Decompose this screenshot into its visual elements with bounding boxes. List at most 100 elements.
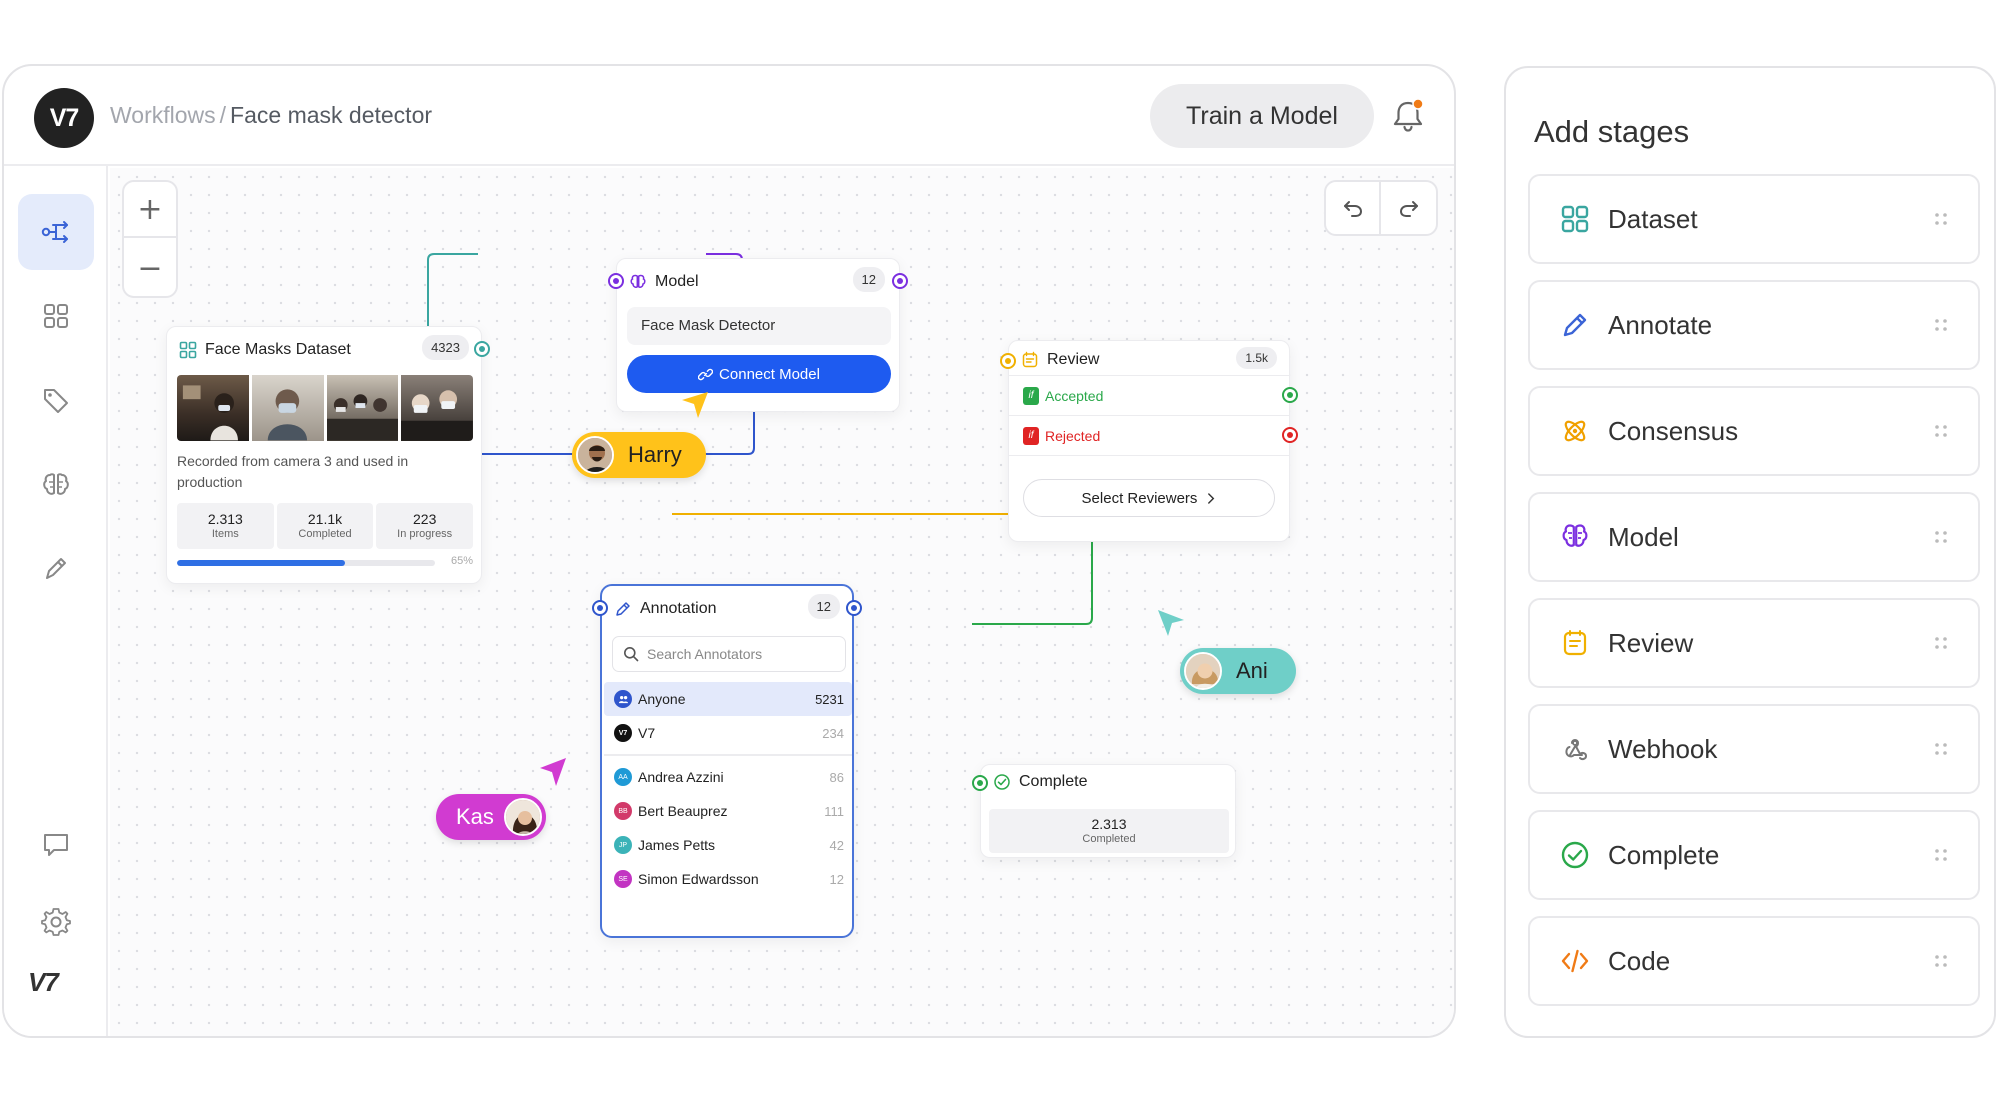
thumbnail-image[interactable] bbox=[251, 375, 324, 441]
collaborator-name: Kas bbox=[456, 804, 494, 829]
avatar: SE bbox=[614, 870, 632, 888]
stat-value: 223 bbox=[413, 511, 437, 527]
thumbnail-image[interactable] bbox=[401, 375, 473, 441]
model-input-port[interactable] bbox=[608, 273, 624, 289]
dataset-count-badge: 4323 bbox=[422, 335, 469, 360]
dataset-node-title: Face Masks Dataset bbox=[205, 341, 351, 358]
sidebar-item-comments[interactable] bbox=[18, 806, 94, 882]
drag-handle-icon[interactable] bbox=[1934, 954, 1948, 968]
workflow-icon bbox=[41, 221, 68, 243]
model-node[interactable]: Model 12 Face Mask Detector Connect Mode… bbox=[608, 258, 908, 412]
dataset-progress-bar bbox=[177, 560, 435, 566]
rejected-output-port[interactable] bbox=[1282, 427, 1298, 443]
annotation-output-port[interactable] bbox=[846, 600, 862, 616]
check-circle-icon bbox=[1561, 841, 1589, 869]
stage-complete[interactable]: Complete bbox=[1528, 810, 1980, 900]
model-output-port[interactable] bbox=[892, 273, 908, 289]
stat-value: 2.313 bbox=[207, 511, 243, 527]
stage-annotate[interactable]: Annotate bbox=[1528, 280, 1980, 370]
stage-webhook[interactable]: Webhook bbox=[1528, 704, 1980, 794]
v7-logo[interactable]: V7 bbox=[34, 88, 94, 148]
annotator-name: Andrea Azzini bbox=[638, 769, 724, 785]
annotator-count: 42 bbox=[829, 837, 844, 853]
breadcrumb-workflows[interactable]: Workflows bbox=[110, 102, 216, 128]
collaborator-cursor-kas: Kas bbox=[436, 794, 546, 840]
annotator-group-v7[interactable]: V7 V7 234 bbox=[604, 716, 852, 750]
panel-title: Add stages bbox=[1534, 114, 1690, 149]
accepted-label: Accepted bbox=[1045, 387, 1104, 404]
complete-input-port[interactable] bbox=[972, 775, 988, 791]
undo-icon bbox=[1343, 201, 1362, 217]
annotation-node[interactable]: Annotation 12 Search Annotators Anyone 5… bbox=[592, 584, 862, 938]
dataset-node[interactable]: Face Masks Dataset 4323 Recorded from ca… bbox=[166, 326, 490, 584]
if-badge: if bbox=[1023, 426, 1039, 445]
zoom-in-button[interactable]: + bbox=[124, 182, 176, 238]
review-divider bbox=[1009, 455, 1289, 457]
drag-handle-icon[interactable] bbox=[1934, 636, 1948, 650]
pen-icon bbox=[1563, 313, 1587, 337]
if-badge: if bbox=[1023, 386, 1039, 405]
annotator-row[interactable]: SE Simon Edwardsson 12 bbox=[604, 862, 852, 896]
complete-stat: 2.313 Completed bbox=[989, 809, 1229, 853]
stage-model[interactable]: Model bbox=[1528, 492, 1980, 582]
sidebar-item-settings[interactable] bbox=[18, 884, 94, 960]
sidebar-item-classes[interactable] bbox=[18, 362, 94, 438]
stage-label: Consensus bbox=[1608, 415, 1739, 446]
model-icon bbox=[630, 274, 646, 288]
stage-consensus[interactable]: Consensus bbox=[1528, 386, 1980, 476]
stage-dataset[interactable]: Dataset bbox=[1528, 174, 1980, 264]
model-name-field[interactable]: Face Mask Detector bbox=[627, 307, 891, 345]
drag-handle-icon[interactable] bbox=[1934, 318, 1948, 332]
annotator-group-anyone[interactable]: Anyone 5231 bbox=[604, 682, 852, 716]
drag-handle-icon[interactable] bbox=[1934, 530, 1948, 544]
drag-handle-icon[interactable] bbox=[1934, 848, 1948, 862]
connect-model-button[interactable]: Connect Model bbox=[627, 355, 891, 393]
annotator-row[interactable]: JP James Petts 42 bbox=[604, 828, 852, 862]
annotator-name: Simon Edwardsson bbox=[638, 871, 759, 887]
review-rejected-branch[interactable]: if Rejected bbox=[1009, 415, 1298, 455]
annotation-input-port[interactable] bbox=[592, 600, 608, 616]
stage-review[interactable]: Review bbox=[1528, 598, 1980, 688]
zoom-out-button[interactable]: − bbox=[124, 240, 176, 296]
drag-handle-icon[interactable] bbox=[1934, 212, 1948, 226]
sidebar-item-annotate[interactable] bbox=[18, 530, 94, 606]
thumbnail-image[interactable] bbox=[326, 375, 399, 441]
model-count-badge: 12 bbox=[852, 267, 885, 292]
cursor-arrow-icon bbox=[540, 758, 566, 786]
undo-button[interactable] bbox=[1326, 182, 1381, 234]
group-name: V7 bbox=[638, 725, 656, 741]
search-annotators-input[interactable]: Search Annotators bbox=[612, 636, 846, 672]
dataset-progress-label: 65% bbox=[450, 555, 473, 567]
workflow-canvas[interactable]: + − Face Masks Dataset 4323 Recorded fro… bbox=[110, 168, 1454, 1036]
sidebar-item-datasets[interactable] bbox=[18, 278, 94, 354]
complete-node[interactable]: Complete 2.313 Completed bbox=[972, 764, 1236, 858]
redo-button[interactable] bbox=[1381, 182, 1436, 234]
annotator-row[interactable]: AA Andrea Azzini 86 bbox=[604, 760, 852, 794]
review-input-port[interactable] bbox=[1000, 353, 1016, 369]
breadcrumb-separator: / bbox=[219, 102, 227, 128]
list-divider bbox=[604, 754, 852, 756]
drag-handle-icon[interactable] bbox=[1934, 424, 1948, 438]
select-reviewers-button[interactable]: Select Reviewers bbox=[1023, 479, 1275, 517]
undo-redo-controls bbox=[1324, 180, 1438, 236]
v7-logo-icon: V7 bbox=[614, 724, 632, 742]
dataset-output-port[interactable] bbox=[474, 341, 490, 357]
review-accepted-branch[interactable]: if Accepted bbox=[1009, 375, 1298, 415]
notification-bell-icon[interactable] bbox=[1388, 96, 1428, 136]
accepted-output-port[interactable] bbox=[1282, 387, 1298, 403]
sidebar-item-workflows[interactable] bbox=[18, 194, 94, 270]
complete-node-header: Complete bbox=[993, 769, 1223, 795]
drag-handle-icon[interactable] bbox=[1934, 742, 1948, 756]
left-sidebar: V7 bbox=[4, 166, 108, 1036]
review-node-title: Review bbox=[1047, 351, 1100, 368]
stage-label: Dataset bbox=[1608, 203, 1698, 234]
annotator-row[interactable]: BB Bert Beauprez 111 bbox=[604, 794, 852, 828]
review-node[interactable]: Review 1.5k if Accepted if Rejected Sele… bbox=[1000, 340, 1298, 542]
avatar bbox=[576, 436, 614, 474]
thumbnail-image[interactable] bbox=[177, 375, 249, 441]
dataset-icon bbox=[44, 304, 68, 328]
add-stages-panel: Add stages Dataset Annotate Consensus Mo… bbox=[1504, 66, 1996, 1038]
sidebar-item-models[interactable] bbox=[18, 446, 94, 522]
stage-code[interactable]: Code bbox=[1528, 916, 1980, 1006]
train-model-button[interactable]: Train a Model bbox=[1150, 84, 1374, 148]
